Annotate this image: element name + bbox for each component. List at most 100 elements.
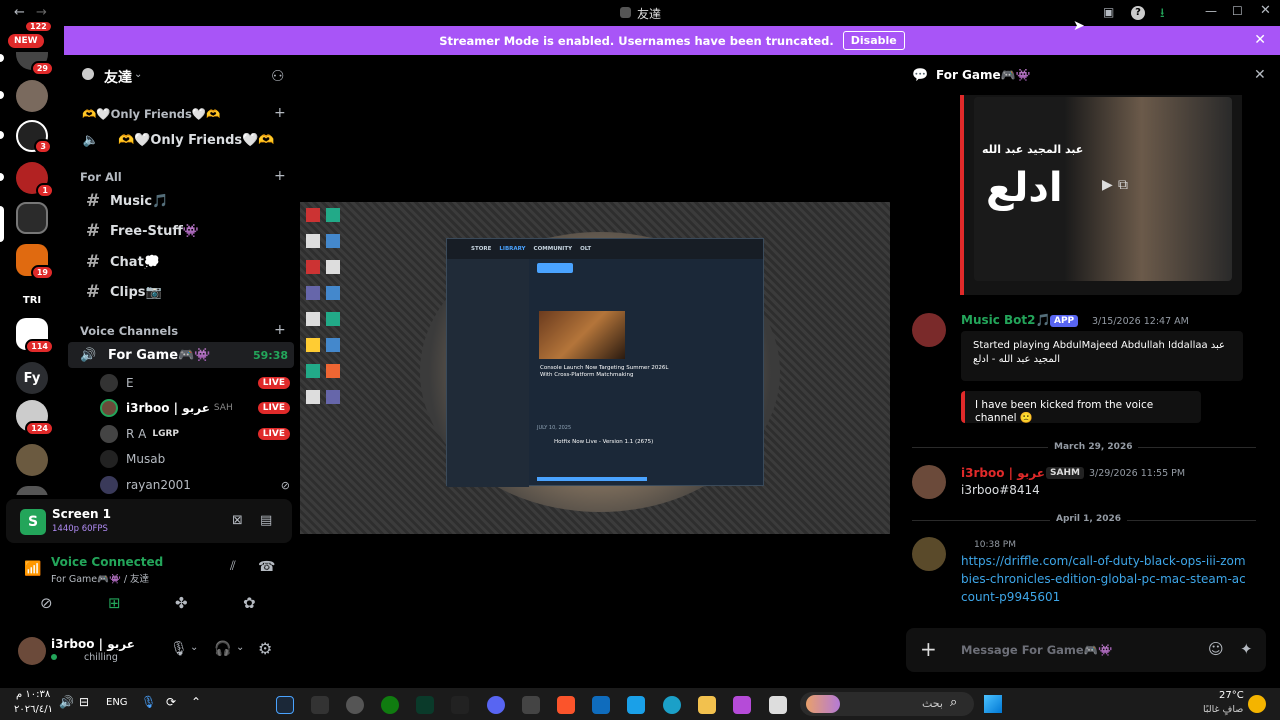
server-icon-9[interactable] <box>16 444 48 476</box>
close-icon[interactable]: ✕ <box>1260 3 1271 18</box>
message-author[interactable]: i3rboo | عربو <box>961 466 1045 480</box>
voice-user[interactable]: rayan2001 ⊘ <box>100 473 290 497</box>
screen-share-card[interactable]: S Screen 1 1440p 60FPS ⊠ ▤ <box>6 499 292 543</box>
add-channel-icon[interactable]: + <box>274 168 286 184</box>
microphone-icon[interactable]: 🎙 <box>170 641 188 657</box>
weather-icon[interactable] <box>1248 695 1266 713</box>
minimize-icon[interactable]: — <box>1205 4 1217 18</box>
play-icon[interactable]: ▶ <box>1102 177 1113 193</box>
user-avatar[interactable] <box>912 465 946 499</box>
voice-channel-only-friends[interactable]: 🔈 🫶🤍Only Friends🤍🫶 <box>68 127 294 153</box>
chevron-down-icon[interactable]: ⌄ <box>190 642 198 653</box>
category-only-friends[interactable]: 🫶🤍Only Friends🤍🫶 <box>82 107 220 121</box>
server-icon-4[interactable]: 1 <box>16 162 54 198</box>
bot-name[interactable]: Music Bot2🎵 <box>961 313 1050 327</box>
video-thumbnail[interactable]: عبد المجيد عبد الله ادلع ▶ ⧉ <box>974 97 1232 281</box>
clock-time[interactable]: ١٠:٣٨ م <box>16 689 50 700</box>
chevron-down-icon[interactable]: ⌄ <box>236 642 244 653</box>
stop-stream-icon[interactable]: ⊠ <box>232 513 243 528</box>
discord-taskbar-icon[interactable] <box>487 696 505 714</box>
app-taskbar-icon[interactable] <box>346 696 364 714</box>
tray-chevron-icon[interactable]: ⌃ <box>191 695 201 709</box>
help-icon[interactable]: ? <box>1131 6 1145 20</box>
outlook-taskbar-icon[interactable] <box>592 696 610 714</box>
server-icon-8[interactable]: 124 <box>16 400 54 436</box>
bot-avatar[interactable] <box>912 313 946 347</box>
inbox-icon[interactable]: ▣ <box>1103 5 1114 19</box>
voice-user[interactable]: i3rboo | عربو SAH LIVE <box>100 396 290 420</box>
emoji-icon[interactable]: ☺ <box>1208 640 1224 658</box>
back-arrow-icon[interactable]: ← <box>14 5 25 20</box>
explorer-taskbar-icon[interactable] <box>698 696 716 714</box>
mic-tray-icon[interactable]: 🎙 <box>141 695 156 709</box>
user-avatar[interactable] <box>912 537 946 571</box>
taskbar-search[interactable]: بحث ⌕ <box>800 692 974 716</box>
server-name[interactable]: 友達 <box>104 67 132 87</box>
download-icon[interactable]: ⭳ <box>1160 4 1165 26</box>
user-avatar[interactable] <box>18 637 46 665</box>
excel-taskbar-icon[interactable] <box>416 696 434 714</box>
server-icon-fox[interactable]: 19 <box>16 244 54 280</box>
voice-channel-for-game[interactable]: 🔊 For Game🎮👾 59:38 <box>68 342 294 368</box>
apps-icon[interactable]: ✦ <box>1240 640 1253 658</box>
app-taskbar-icon[interactable] <box>733 696 751 714</box>
server-icon-tri[interactable]: TRI <box>16 284 48 316</box>
weather-desc[interactable]: صافٍ غالبًا <box>1203 704 1243 715</box>
headphones-icon[interactable]: 🎧 <box>214 641 231 657</box>
server-icon-2[interactable] <box>16 80 48 112</box>
app-taskbar-icon[interactable] <box>769 696 787 714</box>
edge-taskbar-icon[interactable] <box>663 696 681 714</box>
settings-gear-icon[interactable]: ⚙ <box>258 639 272 658</box>
category-for-all[interactable]: For All <box>80 170 122 184</box>
noise-suppression-icon[interactable]: ⫽ <box>230 559 236 574</box>
network-icon[interactable]: ⊟ <box>79 695 89 709</box>
weather-temp[interactable]: 27°C <box>1219 690 1244 701</box>
text-channel-free-stuff[interactable]: # Free-Stuff👾 <box>68 218 294 244</box>
banner-close-icon[interactable]: ✕ <box>1254 32 1266 48</box>
language-indicator[interactable]: ENG <box>106 697 128 708</box>
category-voice-channels[interactable]: Voice Channels <box>80 324 178 338</box>
stream-view[interactable]: STORE LIBRARY COMMUNITY OLT Console Laun… <box>300 202 890 534</box>
add-channel-icon[interactable]: + <box>274 105 286 121</box>
user-name[interactable]: i3rboo | عربو <box>51 637 135 651</box>
disable-button[interactable]: Disable <box>842 31 905 50</box>
new-badge[interactable]: NEW <box>8 34 44 48</box>
maximize-icon[interactable]: ☐ <box>1232 4 1243 18</box>
stream-settings-icon[interactable]: ▤ <box>260 513 272 528</box>
text-channel-chat[interactable]: # Chat💭 <box>68 249 294 275</box>
store-taskbar-icon[interactable] <box>627 696 645 714</box>
app-taskbar-icon[interactable] <box>311 696 329 714</box>
text-channel-music[interactable]: # Music🎵 <box>68 188 294 214</box>
steam-taskbar-icon[interactable] <box>276 696 294 714</box>
invite-people-icon[interactable]: ⚇ <box>271 67 284 85</box>
server-icon-1[interactable]: 29 <box>16 52 54 76</box>
voice-status[interactable]: Voice Connected <box>51 555 163 569</box>
message-link[interactable]: https://driffle.com/call-of-duty-black-o… <box>961 552 1251 606</box>
sync-tray-icon[interactable]: ⟳ <box>166 695 176 709</box>
clock-date[interactable]: ٢٠٢٦/٤/١ <box>14 704 53 715</box>
server-icon-6[interactable]: 114 <box>16 318 54 354</box>
volume-icon[interactable]: 🔊 <box>59 695 74 709</box>
voice-user[interactable]: R A LGRP LIVE <box>100 422 290 446</box>
app-taskbar-icon[interactable] <box>451 696 469 714</box>
open-external-icon[interactable]: ⧉ <box>1118 177 1128 193</box>
camera-off-icon[interactable]: ⊘ <box>40 594 53 612</box>
server-icon-3[interactable]: 3 <box>16 120 52 154</box>
text-channel-clips[interactable]: # Clips📷 <box>68 279 294 305</box>
close-chat-icon[interactable]: ✕ <box>1254 67 1266 83</box>
activities-icon[interactable]: ✤ <box>175 594 188 612</box>
app-taskbar-icon[interactable] <box>522 696 540 714</box>
add-channel-icon[interactable]: + <box>274 322 286 338</box>
server-icon-active[interactable] <box>16 202 48 234</box>
share-screen-icon[interactable]: ⊞ <box>108 594 121 612</box>
xbox-taskbar-icon[interactable] <box>381 696 399 714</box>
voice-user[interactable]: E LIVE <box>100 371 290 395</box>
server-icon-fy[interactable]: Fy <box>16 362 48 394</box>
chevron-down-icon[interactable]: ⌄ <box>134 69 142 80</box>
soundboard-icon[interactable]: ✿ <box>243 594 256 612</box>
add-attachment-icon[interactable]: + <box>920 637 937 661</box>
forward-arrow-icon[interactable]: → <box>36 5 47 20</box>
windows-start-icon[interactable] <box>984 695 1002 713</box>
brave-taskbar-icon[interactable] <box>557 696 575 714</box>
voice-user[interactable]: Musab <box>100 447 290 471</box>
